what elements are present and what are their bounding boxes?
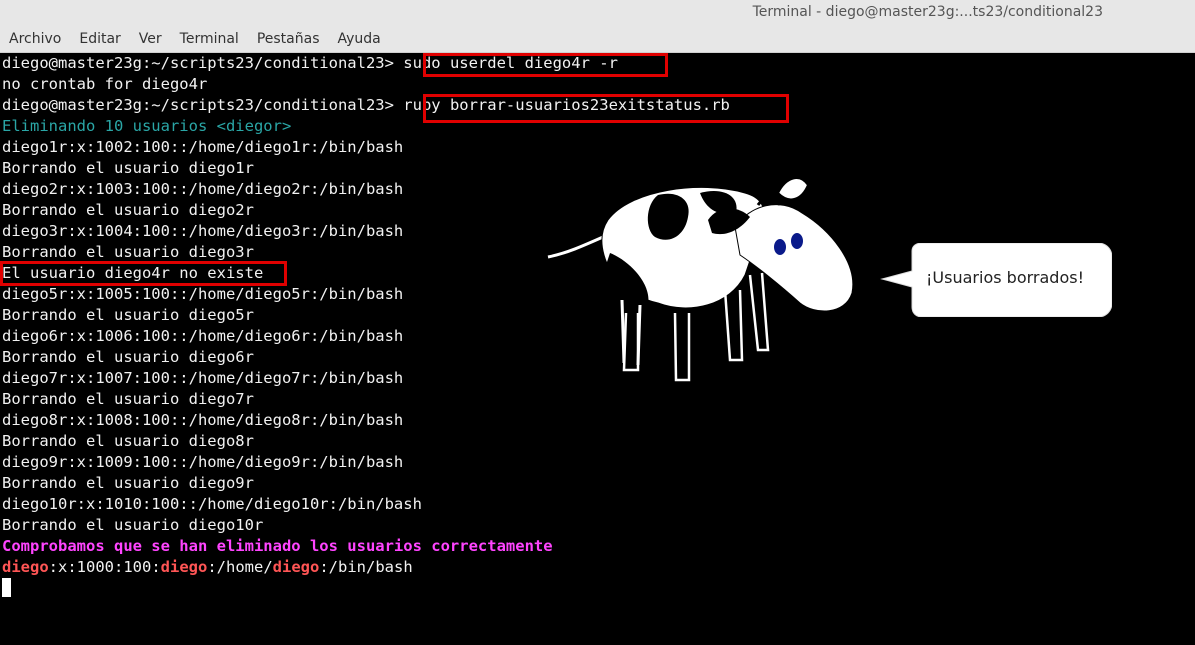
output-line: no crontab for diego4r — [2, 75, 208, 93]
prompt: diego@master23g:~/scripts23/conditional2… — [2, 96, 394, 114]
output-line: diego8r:x:1008:100::/home/diego8r:/bin/b… — [2, 411, 404, 429]
passwd-line: diego:x:1000:100:diego:/home/diego:/bin/… — [2, 557, 413, 578]
output-line: Borrando el usuario diego5r — [2, 306, 254, 324]
passwd-field: :x:1000:100: — [48, 558, 161, 576]
check-message: Comprobamos que se han eliminado los usu… — [2, 537, 553, 555]
prompt: diego@master23g:~/scripts23/conditional2… — [2, 54, 394, 72]
menu-pestanas[interactable]: Pestañas — [248, 31, 329, 47]
user-name: diego — [2, 558, 49, 576]
highlight-box-ruby — [423, 94, 789, 123]
cow-illustration — [547, 177, 854, 382]
terminal-window: Terminal - diego@master23g:...ts23/condi… — [0, 0, 1195, 645]
info-line: Eliminando 10 usuarios <diegor> — [2, 117, 292, 135]
user-name: diego — [272, 558, 320, 576]
menu-archivo[interactable]: Archivo — [0, 31, 70, 47]
menu-editar[interactable]: Editar — [70, 31, 129, 47]
passwd-field: :/home/ — [207, 558, 273, 576]
text-cursor — [2, 578, 11, 597]
passwd-field: :/bin/bash — [319, 558, 413, 576]
menu-bar: Archivo Editar Ver Terminal Pestañas Ayu… — [0, 26, 1195, 53]
output-line: Borrando el usuario diego1r — [2, 159, 254, 177]
output-line: diego1r:x:1002:100::/home/diego1r:/bin/b… — [2, 138, 404, 156]
output-line: Borrando el usuario diego6r — [2, 348, 254, 366]
output-line: Borrando el usuario diego2r — [2, 201, 254, 219]
output-line: diego10r:x:1010:100::/home/diego10r:/bin… — [2, 495, 422, 513]
menu-ayuda[interactable]: Ayuda — [329, 31, 390, 47]
title-bar[interactable]: Terminal - diego@master23g:...ts23/condi… — [0, 0, 1195, 26]
output-line: diego3r:x:1004:100::/home/diego3r:/bin/b… — [2, 222, 404, 240]
output-line: Borrando el usuario diego10r — [2, 516, 264, 534]
menu-terminal[interactable]: Terminal — [171, 31, 248, 47]
output-line: diego6r:x:1006:100::/home/diego6r:/bin/b… — [2, 327, 404, 345]
output-line: diego7r:x:1007:100::/home/diego7r:/bin/b… — [2, 369, 404, 387]
menu-ver[interactable]: Ver — [130, 31, 171, 47]
output-line: Borrando el usuario diego8r — [2, 432, 254, 450]
output-line: Borrando el usuario diego3r — [2, 243, 254, 261]
highlight-box-not-exist — [0, 261, 287, 286]
window-title: Terminal - diego@master23g:...ts23/condi… — [752, 4, 1103, 20]
output-line: diego9r:x:1009:100::/home/diego9r:/bin/b… — [2, 453, 404, 471]
output-line: diego2r:x:1003:100::/home/diego2r:/bin/b… — [2, 180, 404, 198]
bubble-text: ¡Usuarios borrados! — [926, 268, 1084, 287]
highlight-box-userdel — [423, 53, 668, 77]
output-line: Borrando el usuario diego9r — [2, 474, 254, 492]
output-line: diego5r:x:1005:100::/home/diego5r:/bin/b… — [2, 285, 404, 303]
output-line: Borrando el usuario diego7r — [2, 390, 254, 408]
user-name: diego — [160, 558, 208, 576]
